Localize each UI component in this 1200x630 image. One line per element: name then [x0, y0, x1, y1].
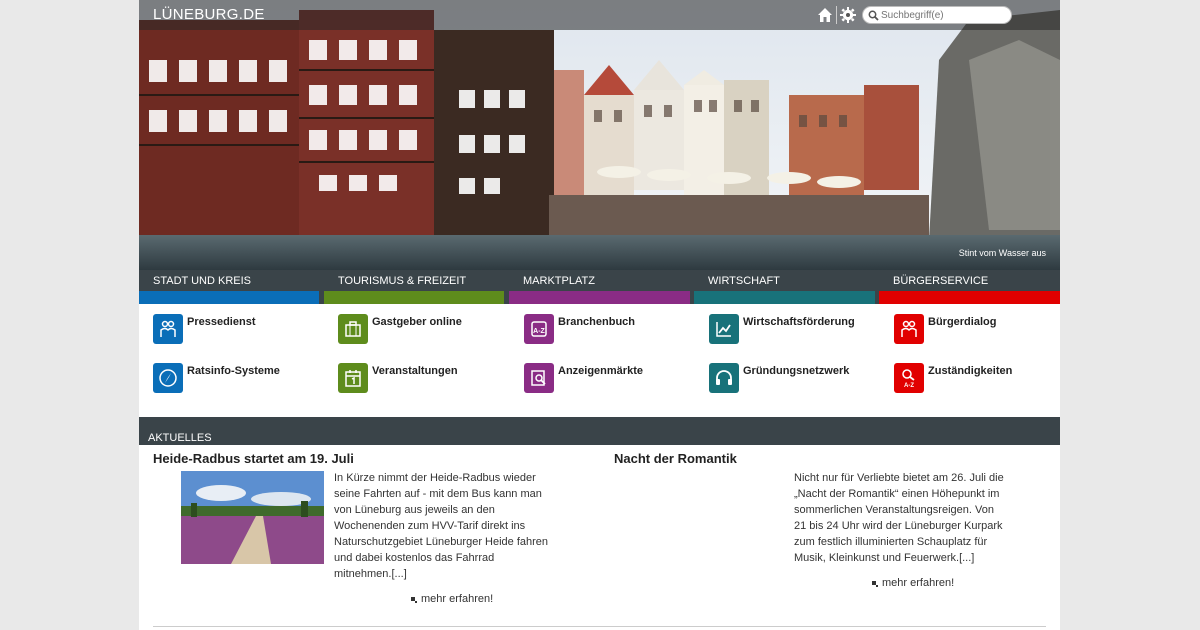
article-line: „Nacht der Romantik“ einen Höhepunkt im: [794, 488, 1000, 500]
hero-caption: Stint vom Wasser aus: [958, 248, 1046, 258]
gear-icon[interactable]: [840, 7, 856, 23]
read-more-link[interactable]: mehr erfahren!: [872, 577, 954, 589]
link-label: Gründungsnetzwerk: [743, 365, 850, 377]
article-line: Wochenenden zum HVV-Tarif direkt ins: [334, 520, 526, 532]
home-icon[interactable]: [817, 7, 833, 23]
svg-text:A-Z: A-Z: [533, 328, 545, 335]
bullet-icon: [411, 597, 415, 602]
nav-label: WIRTSCHAFT: [708, 275, 780, 287]
nav-stadt-und-kreis[interactable]: STADT UND KREIS: [139, 270, 319, 304]
link-label: Anzeigenmärkte: [558, 365, 643, 377]
article-line: Musik, Kleinkunst und Feuerwerk.[...]: [794, 552, 975, 564]
nav-label: TOURISMUS & FREIZEIT: [338, 275, 467, 287]
article-line: seine Fahrten auf - mit dem Bus kann man: [334, 488, 542, 500]
bullet-icon: [872, 581, 876, 586]
nav-color-bar: [324, 291, 504, 304]
read-more-label: mehr erfahren!: [882, 577, 955, 589]
page: LÜNEBURG.DE Suchbegriff(e) Stint vom Was…: [139, 0, 1060, 630]
nav-tourismus-freizeit[interactable]: TOURISMUS & FREIZEIT: [324, 270, 504, 304]
article-line: sommerlichen Veranstaltungsreigen. Von: [794, 504, 994, 516]
nav-label: MARKTPLATZ: [523, 275, 595, 287]
nav-label: BÜRGERSERVICE: [893, 275, 989, 287]
link-label: Bürgerdialog: [928, 316, 997, 328]
nav-color-bar: [139, 291, 319, 304]
article-line: von Lüneburg aus jeweils an den: [334, 504, 495, 516]
search-box[interactable]: [862, 6, 1012, 24]
nav-color-bar: [694, 291, 875, 304]
article-thumbnail[interactable]: [181, 471, 324, 564]
nav-color-bar: [879, 291, 1060, 304]
article-text: In Kürze nimmt der Heide-Radbus wieder s…: [334, 470, 574, 582]
article-line: In Kürze nimmt der Heide-Radbus wieder: [334, 472, 536, 484]
link-label: Branchenbuch: [558, 316, 636, 328]
content-divider: [153, 626, 1046, 627]
headset-icon: [709, 363, 739, 393]
article-title[interactable]: Nacht der Romantik: [614, 451, 737, 466]
link-label: Veranstaltungen: [372, 365, 458, 377]
nav-marktplatz[interactable]: MARKTPLATZ: [509, 270, 690, 304]
link-label: Pressedienst: [187, 316, 256, 328]
site-logo[interactable]: LÜNEBURG.DE: [153, 6, 265, 23]
article-line: und dabei kostenlos das Fahrrad: [334, 552, 495, 564]
main-nav: STADT UND KREIS TOURISMUS & FREIZEIT MAR…: [139, 270, 1060, 304]
news-header: AKTUELLES: [139, 417, 1060, 445]
nav-buergerservice[interactable]: BÜRGERSERVICE: [879, 270, 1060, 304]
calendar-icon: [338, 363, 368, 393]
chart-icon: [709, 314, 739, 344]
hero-image: [139, 0, 1060, 270]
book-icon: A-Z: [524, 314, 554, 344]
compass-icon: [153, 363, 183, 393]
suitcase-icon: [338, 314, 368, 344]
search-input[interactable]: [881, 8, 1006, 22]
search-doc-icon: [524, 363, 554, 393]
nav-wirtschaft[interactable]: WIRTSCHAFT: [694, 270, 875, 304]
article-line: Naturschutzgebiet Lüneburger Heide fahre…: [334, 536, 549, 548]
link-label: Ratsinfo-Systeme: [187, 365, 280, 377]
article-title[interactable]: Heide-Radbus startet am 19. Juli: [153, 451, 354, 466]
search-az-icon: A-Z: [894, 363, 924, 393]
hero-banner: LÜNEBURG.DE Suchbegriff(e) Stint vom Was…: [139, 0, 1060, 270]
nav-color-bar: [509, 291, 690, 304]
news-heading: AKTUELLES: [148, 432, 212, 444]
people-icon: [894, 314, 924, 344]
article-line: zum festlich illuminierten Schauplatz fü…: [794, 536, 988, 548]
link-label: Gastgeber online: [372, 316, 462, 328]
read-more-label: mehr erfahren!: [421, 593, 494, 605]
search-icon[interactable]: [868, 10, 879, 21]
article-line: mitnehmen.[...]: [334, 568, 407, 580]
toolbar-separator: [836, 6, 837, 24]
link-label: Zuständigkeiten: [928, 365, 1013, 377]
link-label: Wirtschaftsförderung: [743, 316, 855, 328]
quick-links: Pressedienst Ratsinfo-Systeme Gastgeber …: [139, 304, 1060, 417]
article-line: 21 bis 24 Uhr wird der Lüneburger Kurpar…: [794, 520, 1003, 532]
top-bar: LÜNEBURG.DE: [139, 0, 1060, 30]
people-icon: [153, 314, 183, 344]
svg-text:A-Z: A-Z: [904, 383, 914, 388]
read-more-link[interactable]: mehr erfahren!: [411, 593, 493, 605]
article-text: Nicht nur für Verliebte bietet am 26. Ju…: [794, 470, 1044, 566]
article-line: Nicht nur für Verliebte bietet am 26. Ju…: [794, 472, 1004, 484]
nav-label: STADT UND KREIS: [153, 275, 251, 287]
